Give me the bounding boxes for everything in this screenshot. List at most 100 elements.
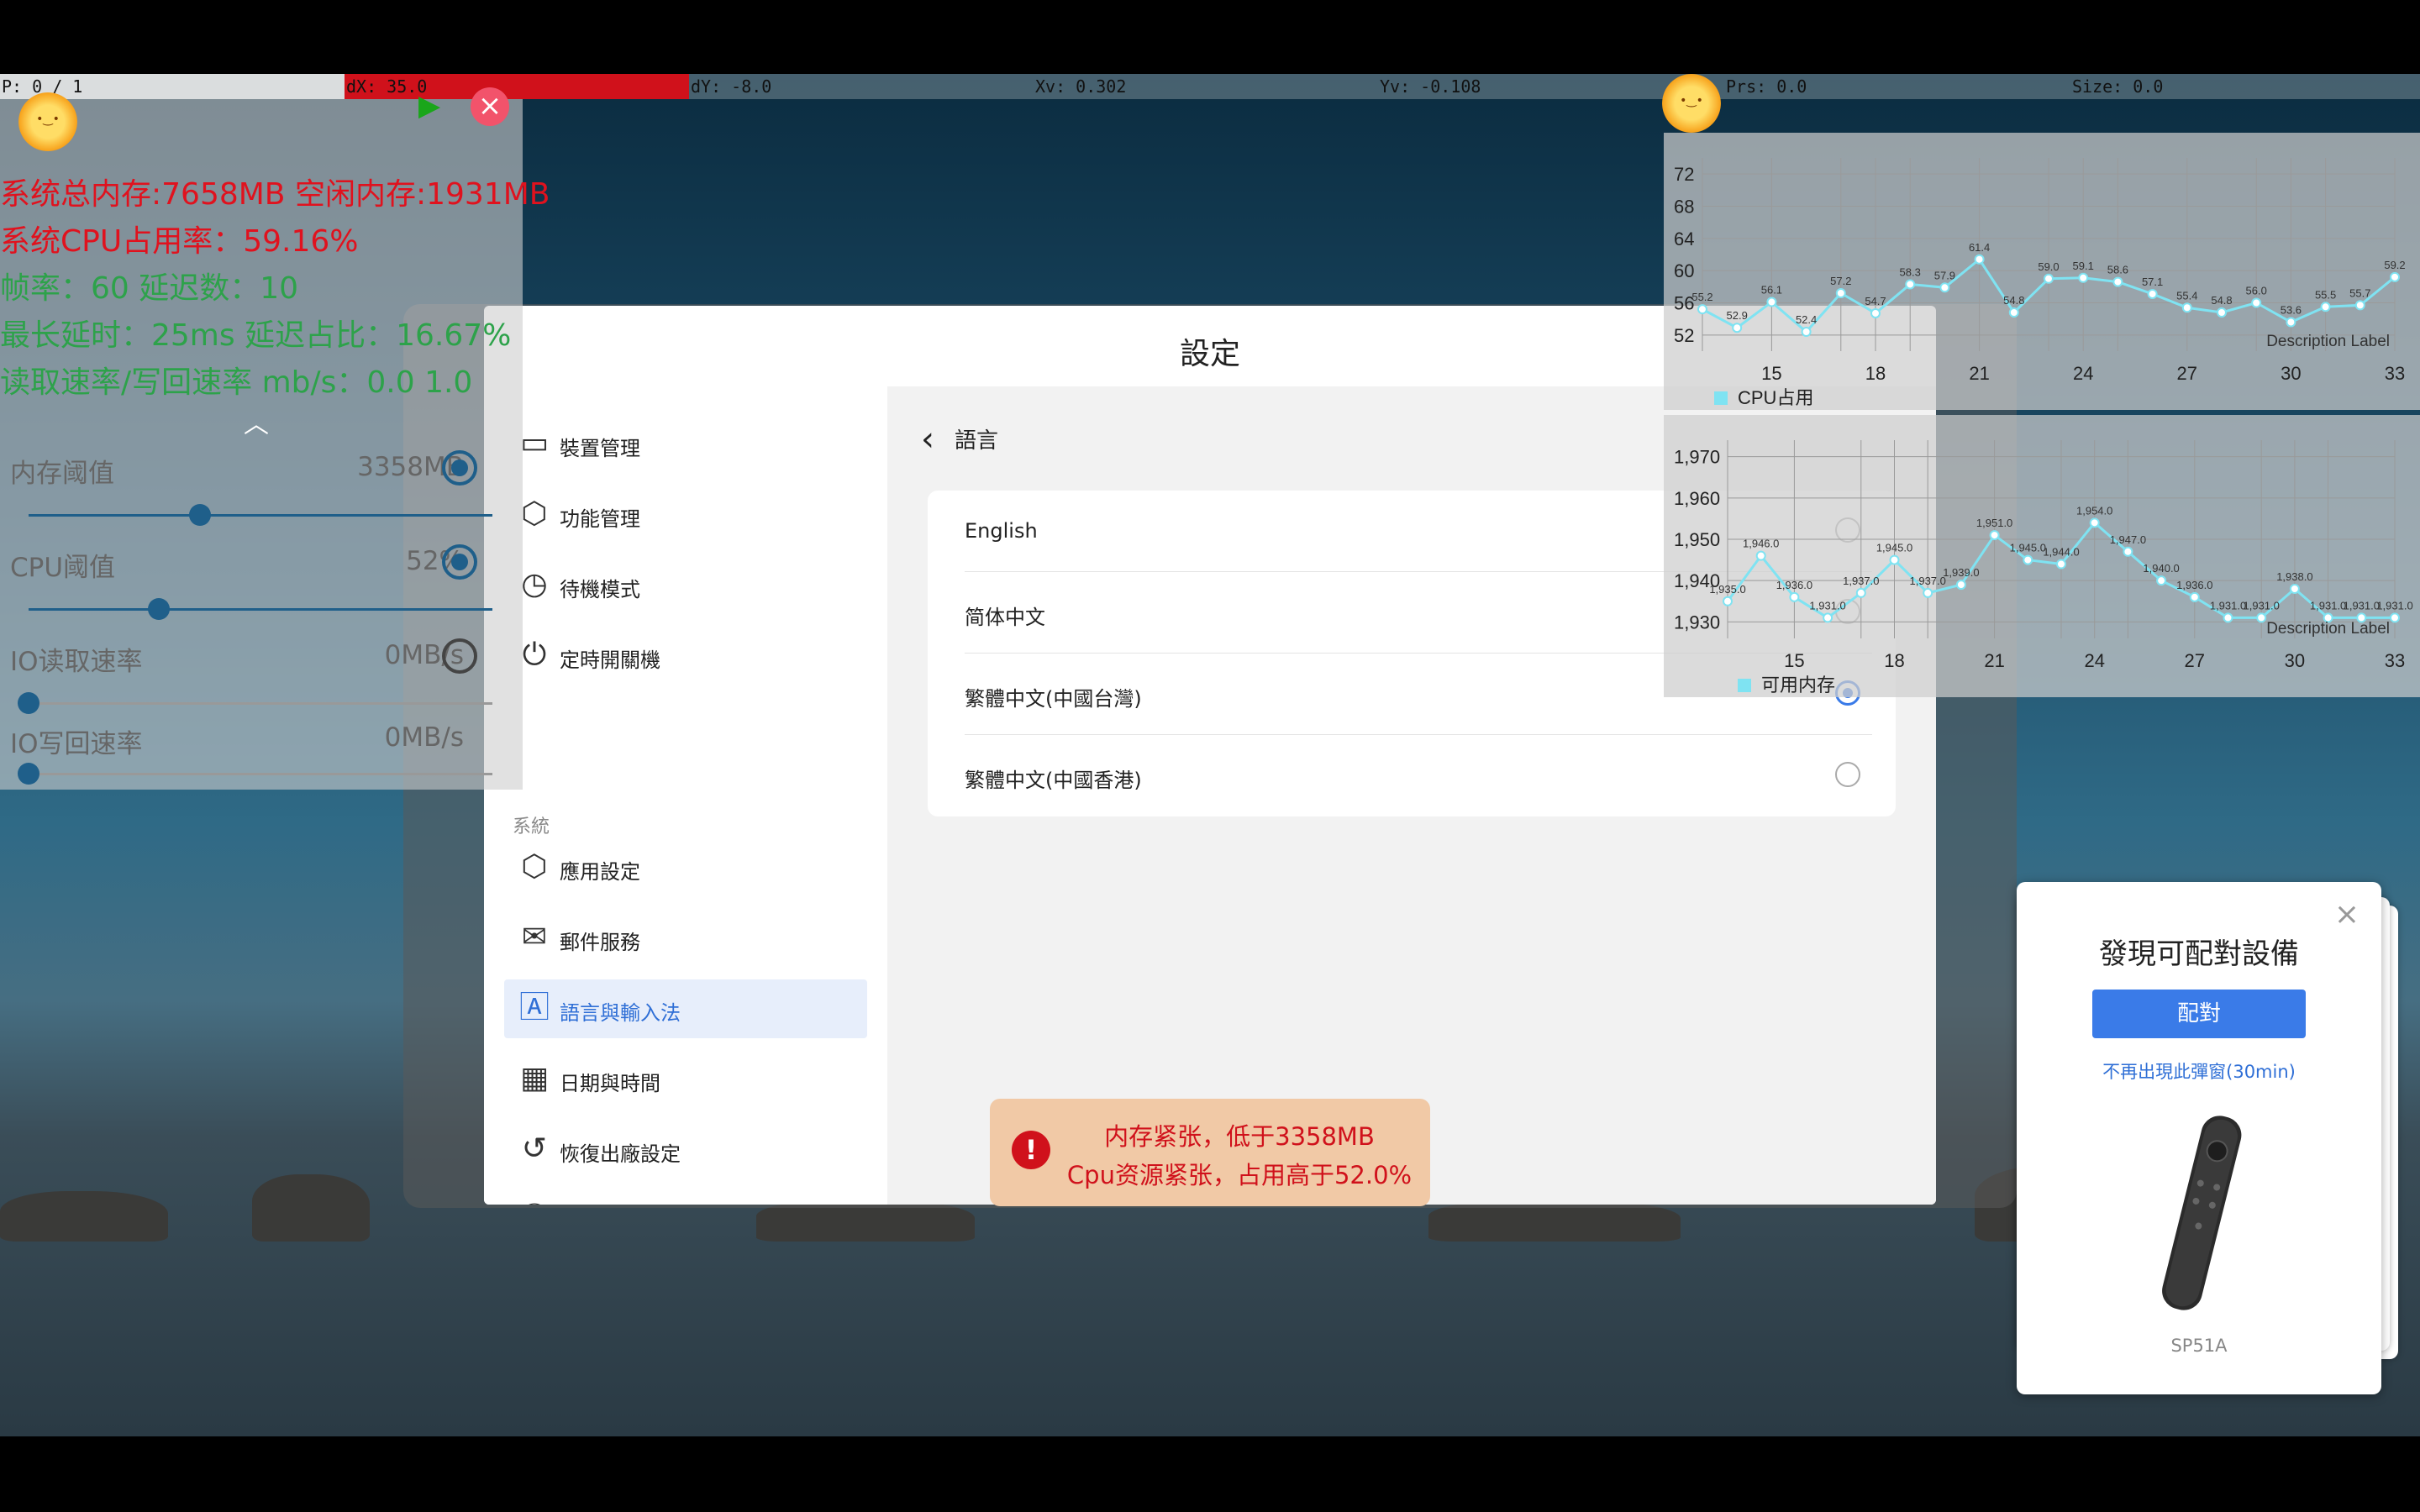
language-option-traditional-chinese-hk[interactable]: 繁體中文(中國香港) bbox=[965, 735, 1872, 816]
data-label: 1,931.0 bbox=[2210, 599, 2246, 612]
cpu-threshold-label: CPU阈值 bbox=[10, 553, 116, 583]
sidebar-item-feature-management[interactable]: ⬡ 功能管理 bbox=[504, 486, 867, 544]
back-arrow-icon[interactable]: ‹ bbox=[921, 420, 934, 459]
io-write-threshold-slider-thumb[interactable] bbox=[18, 763, 39, 785]
cpu-usage-chart: 52566064687215 18 21 24 27 30 3355.252.956.152… bbox=[1674, 158, 2406, 408]
data-label: 1,931.0 bbox=[2310, 599, 2346, 612]
power-icon: ⏻ bbox=[522, 638, 547, 672]
back-label[interactable]: 語言 bbox=[955, 423, 998, 454]
data-label: 54.8 bbox=[2211, 294, 2232, 307]
y-tick-label: 52 bbox=[1674, 325, 1694, 346]
data-point bbox=[2123, 546, 2133, 557]
language-label: 繁體中文(中國香港) bbox=[965, 769, 1142, 792]
cube-icon: ⬡ bbox=[521, 849, 548, 884]
memory-stat: 系统总内存:7658MB 空闲内存:1931MB bbox=[0, 177, 550, 212]
io-stat: 读取速率/写回速率 mb/s：0.0 1.0 bbox=[0, 365, 473, 400]
play-icon[interactable]: ▶ bbox=[418, 89, 440, 123]
collapse-chevron-icon[interactable]: ︿ bbox=[244, 403, 269, 440]
x-tick-label: 24 bbox=[2073, 363, 2093, 384]
sidebar-item-label: 裝置管理 bbox=[560, 437, 640, 460]
data-label: 1,931.0 bbox=[2344, 599, 2380, 612]
data-label: 52.9 bbox=[1727, 309, 1748, 322]
sidebar-item-language-input[interactable]: 🄰 語言與輸入法 bbox=[504, 979, 867, 1038]
data-point bbox=[2156, 575, 2167, 586]
x-tick-label: 21 bbox=[1984, 650, 2004, 671]
pairing-title: 發現可配對設備 bbox=[2099, 937, 2299, 971]
io-write-threshold-value: 0MB/s bbox=[384, 722, 464, 753]
data-point bbox=[2390, 612, 2400, 623]
data-point bbox=[2217, 307, 2227, 318]
latency-stat: 最长延时：25ms 延迟占比：16.67% bbox=[0, 318, 512, 353]
description-label: Description Label bbox=[2266, 333, 2390, 350]
data-label: 1,946.0 bbox=[1743, 538, 1779, 550]
data-point bbox=[2112, 276, 2123, 287]
sidebar-item-label: 語言與輸入法 bbox=[560, 1001, 681, 1025]
y-tick-label: 72 bbox=[1674, 164, 1694, 185]
close-icon[interactable]: × bbox=[471, 87, 509, 126]
sidebar-item-label: 郵件服務 bbox=[560, 931, 640, 954]
x-tick-label: 18 bbox=[1884, 650, 1904, 671]
data-label: 59.1 bbox=[2073, 260, 2094, 272]
pair-button[interactable]: 配對 bbox=[2092, 990, 2306, 1038]
data-label: 1,940.0 bbox=[2143, 562, 2179, 575]
pairing-popup: × 發現可配對設備 配對 不再出現此彈窗(30min) SP51A bbox=[2017, 882, 2381, 1394]
language-radio[interactable] bbox=[1835, 762, 1860, 787]
sidebar-item-about[interactable]: ⓘ 關於 bbox=[504, 1191, 867, 1205]
cpu-threshold-slider[interactable] bbox=[29, 608, 492, 611]
monitor-sun-icon[interactable] bbox=[18, 92, 77, 151]
io-read-threshold-slider-thumb[interactable] bbox=[18, 692, 39, 714]
alert-icon: ! bbox=[1012, 1131, 1050, 1169]
sidebar-item-mail-service[interactable]: ✉ 郵件服務 bbox=[504, 909, 867, 968]
clock-icon: ◷ bbox=[521, 567, 548, 601]
cpu-threshold-toggle[interactable] bbox=[442, 544, 477, 580]
data-label: 1,944.0 bbox=[2043, 546, 2079, 559]
device-settings-icon: ▭ bbox=[519, 426, 549, 460]
data-label: 1,931.0 bbox=[2376, 599, 2412, 612]
memory-threshold-slider[interactable] bbox=[29, 514, 492, 517]
sidebar-item-factory-reset[interactable]: ↺ 恢復出廠設定 bbox=[504, 1121, 867, 1179]
close-icon[interactable]: × bbox=[2334, 897, 2360, 932]
io-read-threshold-slider[interactable] bbox=[29, 702, 492, 705]
data-point bbox=[1732, 323, 1743, 333]
description-label: Description Label bbox=[2266, 620, 2390, 638]
data-label: 55.2 bbox=[1691, 291, 1712, 303]
sidebar-item-date-time[interactable]: ▦ 日期與時間 bbox=[504, 1050, 867, 1109]
memory-threshold-slider-thumb[interactable] bbox=[189, 504, 212, 526]
x-tick-label: 33 bbox=[2385, 363, 2405, 384]
data-label: 1,935.0 bbox=[1709, 583, 1745, 596]
pointer-dy: dY: -8.0 bbox=[691, 76, 772, 97]
data-point bbox=[1974, 254, 1985, 265]
io-read-threshold-toggle[interactable] bbox=[442, 638, 477, 674]
data-point bbox=[2320, 302, 2331, 312]
data-point bbox=[2147, 288, 2158, 299]
data-label: 59.0 bbox=[2038, 260, 2059, 273]
data-point bbox=[2189, 591, 2200, 602]
data-point bbox=[2008, 307, 2019, 318]
io-read-threshold-label: IO读取速率 bbox=[10, 647, 143, 677]
x-tick-label: 27 bbox=[2185, 650, 2205, 671]
data-label: 56.1 bbox=[1761, 284, 1782, 297]
toast-line-memory: 内存紧张，低于3358MB bbox=[1104, 1122, 1375, 1151]
y-tick-label: 1,960 bbox=[1674, 488, 1720, 509]
data-label: 54.8 bbox=[2003, 294, 2024, 307]
sidebar-section-label: 系統 bbox=[513, 816, 550, 837]
charts-sun-icon[interactable] bbox=[1662, 74, 1721, 133]
data-label: 59.2 bbox=[2384, 259, 2405, 271]
dismiss-30min-link[interactable]: 不再出現此彈窗(30min) bbox=[2017, 1058, 2381, 1084]
sidebar-item-standby[interactable]: ◷ 待機模式 bbox=[504, 556, 867, 615]
data-point bbox=[2181, 302, 2192, 313]
sidebar-item-scheduled-power[interactable]: ⏻ 定時開關機 bbox=[504, 627, 867, 685]
memory-threshold-toggle[interactable] bbox=[442, 450, 477, 486]
restore-icon: ↺ bbox=[521, 1131, 548, 1166]
y-tick-label: 1,970 bbox=[1674, 447, 1720, 468]
toast-line-cpu: Cpu资源紧张，占用高于52.0% bbox=[1066, 1161, 1413, 1189]
cpu-threshold-slider-thumb[interactable] bbox=[147, 598, 170, 620]
pointer-pressure: Prs: 0.0 bbox=[1726, 76, 1807, 97]
data-label: 57.9 bbox=[1934, 269, 1955, 281]
sidebar-item-device-management[interactable]: ▭ 裝置管理 bbox=[504, 415, 867, 474]
data-label: 1,931.0 bbox=[1809, 599, 1845, 612]
data-label: 53.6 bbox=[2281, 304, 2302, 317]
io-write-threshold-slider[interactable] bbox=[29, 773, 492, 775]
sidebar-item-app-settings[interactable]: ⬡ 應用設定 bbox=[504, 838, 867, 897]
data-point bbox=[1939, 282, 1950, 293]
